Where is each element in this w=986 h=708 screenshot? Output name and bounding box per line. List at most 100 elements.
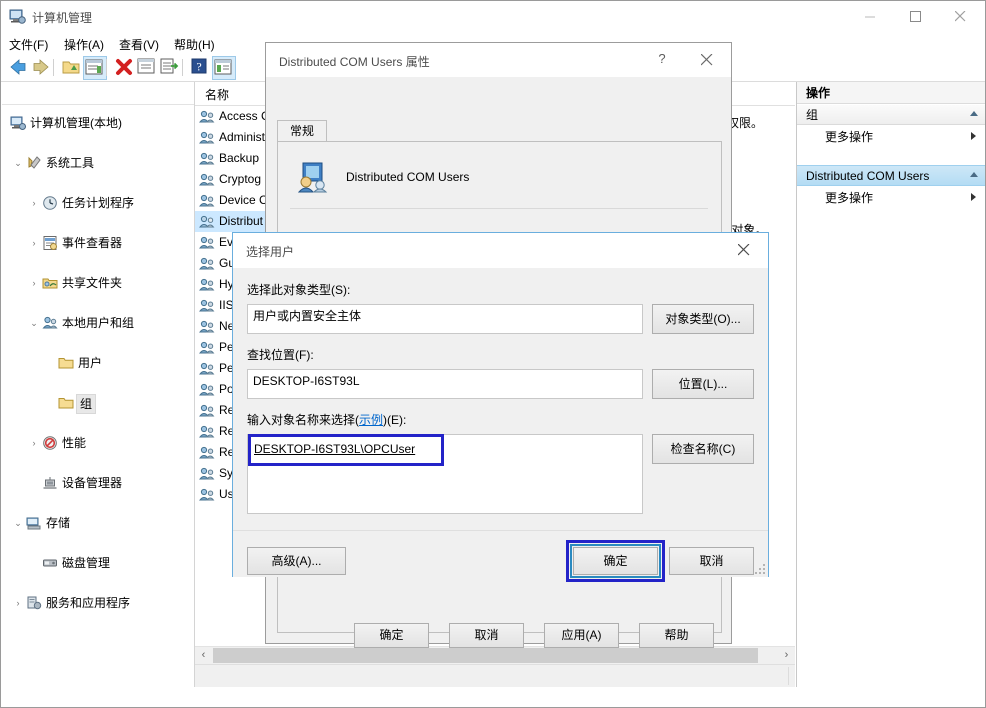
action-more-actions-distributed-com-users[interactable]: 更多操作 [797,187,986,209]
column-header-name[interactable]: 名称 [205,86,229,103]
menu-help[interactable]: 帮助(H) [169,35,220,54]
ok-button[interactable]: 确定 [354,623,429,648]
help-icon[interactable]: ? [189,56,211,78]
divider [290,208,708,209]
forward-icon[interactable] [30,56,52,78]
group-icon [295,159,331,195]
tree-item-system-tools[interactable]: ⌄ 系统工具 [2,153,194,173]
group-icon [199,109,215,124]
tree-item-task-scheduler[interactable]: › 任务计划程序 [2,193,194,213]
chevron-down-icon[interactable]: ⌄ [12,513,24,533]
tree-item-storage[interactable]: ⌄ 存储 [2,513,194,533]
location-input[interactable]: DESKTOP-I6ST93L [247,369,643,399]
actions-section-header-groups[interactable]: 组 [797,104,986,125]
submenu-arrow-icon[interactable] [971,132,976,140]
group-icon [199,130,215,145]
group-icon [199,214,215,229]
object-type-input[interactable]: 用户或内置安全主体 [247,304,643,334]
apply-button[interactable]: 应用(A) [544,623,619,648]
chevron-up-icon[interactable] [970,172,978,177]
close-button[interactable] [722,233,768,265]
actions-section-label: 组 [806,108,818,122]
locations-button[interactable]: 位置(L)... [652,369,754,399]
chevron-up-icon[interactable] [970,111,978,116]
back-icon[interactable] [7,56,29,78]
tree-item-label: 服务和应用程序 [46,593,130,613]
close-button[interactable] [685,43,731,75]
folder-icon [58,395,74,411]
tree-item-label: 磁盘管理 [62,553,110,573]
tree-item-label: 本地用户和组 [62,313,134,333]
event-viewer-icon [42,235,58,251]
tree-item-event-viewer[interactable]: › 事件查看器 [2,233,194,253]
export-list-icon[interactable] [159,56,181,78]
tree-item-label: 事件查看器 [62,233,122,253]
object-names-label: 输入对象名称来选择(示例)(E): [247,411,406,428]
group-name: IIS [219,295,234,316]
chevron-down-icon[interactable]: ⌄ [12,153,24,173]
disk-management-icon [42,555,58,571]
tree-item-device-manager[interactable]: 设备管理器 [2,473,194,493]
show-window-icon[interactable] [136,56,158,78]
group-name: Backup [219,148,259,169]
tree-item-disk-management[interactable]: 磁盘管理 [2,553,194,573]
delete-icon[interactable] [113,56,135,78]
scrollbar-thumb[interactable] [213,648,758,663]
menu-file[interactable]: 文件(F) [4,35,53,54]
check-names-button[interactable]: 检查名称(C) [652,434,754,464]
group-name: Access C [219,106,270,127]
actions-pane-title: 操作 [797,82,986,104]
ok-button[interactable]: 确定 [573,547,658,575]
actions-section-header-distributed-com-users[interactable]: Distributed COM Users [797,165,986,186]
minimize-button[interactable] [850,1,895,31]
chevron-right-icon[interactable]: › [28,433,40,453]
tree-item-services-and-applications[interactable]: › 服务和应用程序 [2,593,194,613]
action-more-actions-groups[interactable]: 更多操作 [797,126,986,148]
tree-item-performance[interactable]: › 性能 [2,433,194,453]
task-scheduler-icon [42,195,58,211]
cancel-button[interactable]: 取消 [669,547,754,575]
tree-item-label: 系统工具 [46,153,94,173]
resize-grip[interactable] [755,564,765,574]
close-button[interactable] [940,1,985,31]
group-name: Po [219,379,234,400]
tree-item-groups[interactable]: 组 [2,393,194,413]
scroll-left-icon[interactable]: ‹ [195,647,212,664]
object-names-label-pre: 输入对象名称来选择( [247,413,359,427]
chevron-right-icon[interactable]: › [12,593,24,613]
object-type-label: 选择此对象类型(S): [247,281,350,298]
menu-view[interactable]: 查看(V) [114,35,164,54]
cancel-button[interactable]: 取消 [449,623,524,648]
group-name: Ev [219,232,233,253]
detail-view-icon[interactable] [212,56,236,80]
help-button[interactable]: ? [639,43,685,75]
tree-item-computer-management[interactable]: 计算机管理(本地) [2,113,194,133]
tab-general[interactable]: 常规 [277,120,327,143]
select-user-title: 选择用户 [246,243,294,260]
tree-item-users[interactable]: 用户 [2,353,194,373]
chevron-right-icon[interactable]: › [28,193,40,213]
tree-item-local-users-and-groups[interactable]: ⌄ 本地用户和组 [2,313,194,333]
group-icon [199,403,215,418]
examples-link[interactable]: 示例 [359,413,383,427]
group-icon [199,382,215,397]
submenu-arrow-icon[interactable] [971,193,976,201]
properties-window-icon[interactable] [83,56,107,80]
menu-action[interactable]: 操作(A) [59,35,109,54]
help-button[interactable]: 帮助 [639,623,714,648]
advanced-button[interactable]: 高级(A)... [247,547,346,575]
maximize-button[interactable] [895,1,940,31]
chevron-right-icon[interactable]: › [28,273,40,293]
object-names-input[interactable]: DESKTOP-I6ST93L\OPCUser [247,434,643,514]
tree-item-label: 任务计划程序 [62,193,134,213]
object-types-button[interactable]: 对象类型(O)... [652,304,754,334]
tree-item-shared-folders[interactable]: › 共享文件夹 [2,273,194,293]
scroll-right-icon[interactable]: › [778,647,795,664]
chevron-right-icon[interactable]: › [28,233,40,253]
group-name: Hy [219,274,234,295]
up-folder-icon[interactable] [60,56,82,78]
tree-item-label: 共享文件夹 [62,273,122,293]
horizontal-scrollbar[interactable]: ‹ › [195,646,795,664]
chevron-down-icon[interactable]: ⌄ [28,313,40,333]
group-icon [199,424,215,439]
